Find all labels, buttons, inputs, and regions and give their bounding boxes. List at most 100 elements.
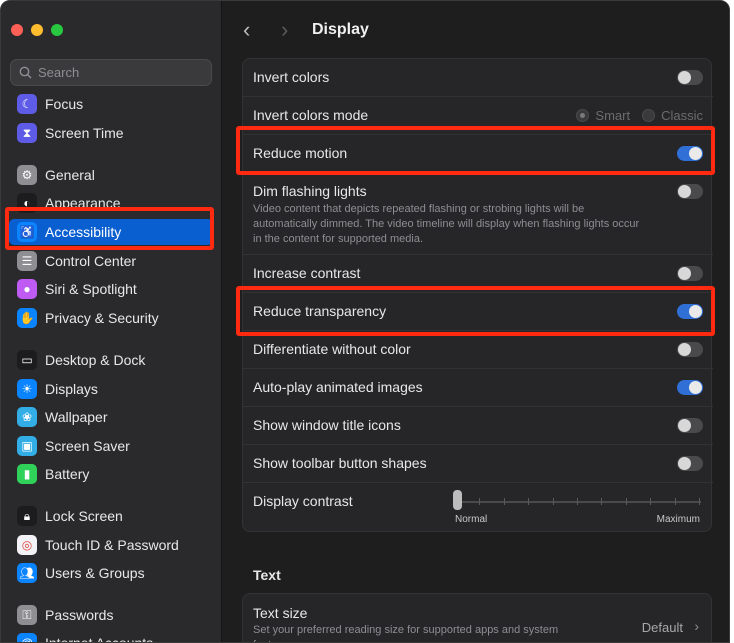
invert-colors-mode-label: Invert colors mode [253,107,369,123]
control-center-icon: ☰ [17,251,37,271]
search-input[interactable] [38,65,208,80]
display-settings-group: Invert colors Invert colors mode Smart C… [242,58,713,533]
slider-tick [577,498,578,505]
sidebar-item-passwords[interactable]: ⚿ Passwords [9,602,213,628]
sidebar-item-screen-saver[interactable]: ▣ Screen Saver [9,433,213,459]
slider-tick [479,498,481,505]
sidebar-item-label: Lock Screen [45,508,123,524]
lock-icon: 🔒︎ [17,506,37,526]
autoplay-toggle[interactable] [677,380,703,395]
sidebar-item-general[interactable]: ⚙ General [9,162,213,188]
display-contrast-row: Display contrast [243,483,713,533]
search-field[interactable] [10,59,212,86]
differentiate-label: Differentiate without color [253,341,411,357]
system-settings-window: ☾ Focus ⧗ Screen Time ⚙ General ◐ Appearance ♿ Ac… [0,0,730,643]
sidebar-item-label: Touch ID & Password [45,537,179,553]
sidebar-item-appearance[interactable]: ◐ Appearance [9,190,213,216]
at-icon: @ [17,633,37,642]
sidebar-item-lock-screen[interactable]: 🔒︎ Lock Screen [9,503,213,529]
sidebar-item-siri-spotlight[interactable]: ● Siri & Spotlight [9,276,213,302]
key-icon: ⚿ [17,605,37,625]
slider-tick [503,498,505,505]
sidebar-item-label: Users & Groups [45,565,145,581]
invert-colors-row: Invert colors [243,59,713,97]
sidebar-item-focus[interactable]: ☾ Focus [9,91,213,117]
slider-tick [625,498,627,505]
radio-smart-label: Smart [595,108,631,123]
wallpaper-icon: ❀ [17,407,37,427]
sidebar-item-screen-time[interactable]: ⧗ Screen Time [9,120,213,146]
dim-flashing-label: Dim flashing lights [253,183,367,199]
invert-colors-mode-row: Invert colors mode Smart Classic [243,97,713,135]
toolbar-shapes-row: Show toolbar button shapes [243,445,713,483]
display-contrast-slider-knob[interactable] [453,490,462,510]
gear-icon: ⚙ [17,165,37,185]
sidebar-item-battery[interactable]: ▮ Battery [9,461,213,487]
sidebar-item-accessibility[interactable]: ♿ Accessibility [9,219,213,245]
minimize-button[interactable] [31,24,43,36]
text-size-row[interactable]: Text size Set your preferred reading siz… [242,593,712,642]
increase-contrast-toggle[interactable] [677,266,703,281]
screen-saver-icon: ▣ [17,436,37,456]
window-controls [11,24,63,36]
invert-mode-radio-group: Smart Classic [576,108,703,123]
invert-colors-label: Invert colors [253,69,330,85]
main-pane: ‹ › Display Invert colors Invert colors … [223,1,729,642]
reduce-transparency-label: Reduce transparency [253,303,387,319]
radio-classic-label: Classic [661,108,703,123]
display-contrast-slider-track[interactable] [455,498,701,505]
reduce-motion-row: Reduce motion [243,135,713,173]
back-chevron-icon[interactable]: ‹ [243,17,250,43]
close-button[interactable] [11,24,23,36]
sidebar-item-label: Control Center [45,253,137,269]
hand-icon: ✋ [17,308,37,328]
toolbar-shapes-toggle[interactable] [677,456,703,471]
sidebar-item-control-center[interactable]: ☰ Control Center [9,248,213,274]
dim-flashing-toggle[interactable] [677,184,703,199]
sidebar-item-label: Screen Time [45,125,124,141]
autoplay-row: Auto-play animated images [243,369,713,407]
reduce-transparency-row: Reduce transparency [243,293,713,331]
reduce-transparency-toggle[interactable] [677,304,703,319]
title-icons-row: Show window title icons [243,407,713,445]
title-icons-label: Show window title icons [253,417,401,433]
dim-flashing-description: Video content that depicts repeated flas… [253,203,640,245]
slider-min-label: Normal [455,514,488,525]
accessibility-icon: ♿ [17,222,37,242]
sidebar-item-label: Internet Accounts [45,635,154,643]
radio-classic[interactable]: Classic [642,108,703,123]
slider-tick [650,498,652,505]
sidebar-item-label: Focus [45,96,84,112]
zoom-button[interactable] [51,24,63,36]
forward-chevron-icon[interactable]: › [281,17,288,43]
dock-icon: ▭ [17,350,37,370]
reduce-motion-toggle[interactable] [677,146,703,161]
sidebar-item-wallpaper[interactable]: ❀ Wallpaper [9,404,213,430]
sidebar-item-touch-id-password[interactable]: ◎ Touch ID & Password [9,532,213,558]
battery-icon: ▮ [17,464,37,484]
slider-tick [674,498,676,505]
text-size-value: Default [641,620,683,635]
sidebar-item-displays[interactable]: ☀ Displays [9,376,213,402]
slider-tick [552,498,554,505]
sidebar-item-label: Privacy & Security [45,310,159,326]
autoplay-label: Auto-play animated images [253,379,423,395]
display-contrast-label: Display contrast [253,493,353,509]
sidebar-item-desktop-dock[interactable]: ▭ Desktop & Dock [9,347,213,373]
fingerprint-icon: ◎ [17,535,37,555]
toolbar-shapes-label: Show toolbar button shapes [253,455,427,471]
sidebar-item-privacy-security[interactable]: ✋ Privacy & Security [9,305,213,331]
invert-colors-toggle[interactable] [677,70,703,85]
page-title: Display [312,21,369,38]
sidebar-item-internet-accounts[interactable]: @ Internet Accounts [9,630,213,643]
title-icons-toggle[interactable] [677,418,703,433]
sidebar-item-label: Passwords [45,607,114,623]
chevron-right-icon: › [694,618,699,634]
differentiate-toggle[interactable] [677,342,703,357]
siri-icon: ● [17,279,37,299]
moon-icon: ☾ [17,94,37,114]
slider-tick [699,498,700,505]
slider-tick [528,498,530,505]
radio-smart[interactable]: Smart [576,108,630,123]
sidebar-item-users-groups[interactable]: 👥︎ Users & Groups [9,560,213,586]
